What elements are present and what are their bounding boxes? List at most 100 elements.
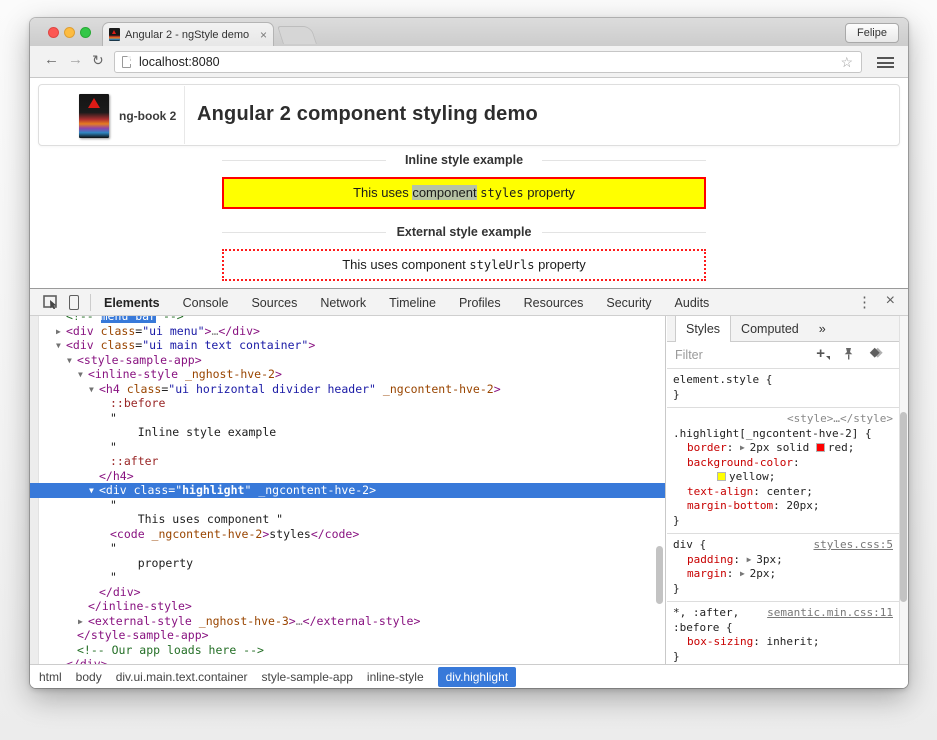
css-selector[interactable]: :before {	[673, 621, 733, 634]
css-selector[interactable]: *, :after,	[673, 606, 739, 619]
dom-tree-row[interactable]: ::after	[40, 454, 655, 469]
devtools-more-options-icon[interactable]: ⋮	[857, 293, 872, 311]
dom-tree-row[interactable]: "	[40, 498, 655, 513]
back-icon[interactable]: ←	[44, 51, 59, 68]
dom-tree-row[interactable]: This uses component "	[40, 512, 655, 527]
devtools-tab-elements[interactable]: Elements	[104, 296, 160, 310]
dom-tree-row[interactable]: property	[40, 556, 655, 571]
disclosure-triangle-icon[interactable]: ▶	[78, 615, 88, 630]
css-property-value[interactable]: yellow;	[729, 470, 775, 483]
dom-tree-row[interactable]: ▼ <style-sample-app>	[40, 353, 655, 368]
css-selector[interactable]: .highlight[_ngcontent-hve-2] {	[673, 427, 872, 440]
css-property-line[interactable]: background-color:	[673, 456, 893, 471]
dom-tree-row[interactable]: ▼ <h4 class="ui horizontal divider header…	[40, 382, 655, 397]
style-source-note[interactable]: <style>…</style>	[673, 412, 893, 427]
sidebar-more-tabs-icon[interactable]: »	[809, 316, 836, 341]
css-property-line[interactable]: margin-bottom: 20px;	[673, 499, 893, 514]
dom-tree-row[interactable]: <!-- Our app loads here -->	[40, 643, 655, 658]
profile-button[interactable]: Felipe	[845, 23, 899, 43]
css-property-line[interactable]: padding: ▶ 3px;	[673, 553, 893, 568]
reload-icon[interactable]: ↻	[92, 52, 104, 69]
expand-value-icon[interactable]: ▶	[747, 555, 757, 564]
css-selector-line[interactable]: *, :after, semantic.min.css:11	[673, 606, 893, 621]
css-selector-line[interactable]: .highlight[_ngcontent-hve-2] {	[673, 427, 893, 442]
color-swatch-icon[interactable]	[717, 472, 726, 481]
dom-tree-row[interactable]: ▶ <div class="ui menu">…</div>	[40, 324, 655, 339]
css-property-name[interactable]: text-align	[687, 485, 753, 498]
css-property-value[interactable]: inherit;	[766, 635, 819, 648]
stylesheet-link[interactable]: styles.css:5	[814, 538, 893, 553]
disclosure-triangle-icon[interactable]: ▼	[89, 383, 99, 398]
expand-value-icon[interactable]: ▶	[740, 569, 750, 578]
css-property-name[interactable]: background-color	[687, 456, 793, 469]
css-property-line[interactable]: border: ▶ 2px solid red;	[673, 441, 893, 456]
dom-tree-row[interactable]: </div>	[40, 585, 655, 600]
breadcrumb-item[interactable]: inline-style	[367, 670, 424, 684]
devtools-close-icon[interactable]: ×	[886, 292, 895, 310]
disclosure-triangle-icon[interactable]: ▶	[56, 325, 66, 340]
minimize-window-button[interactable]	[64, 27, 75, 38]
breadcrumb-item[interactable]: div.highlight	[437, 666, 517, 687]
css-property-value[interactable]: center;	[766, 485, 812, 498]
url-field[interactable]: localhost:8080 ☆	[114, 51, 862, 73]
css-selector[interactable]: element.style {	[673, 373, 772, 386]
css-property-value[interactable]: 2px;	[750, 567, 777, 580]
new-tab-button[interactable]	[277, 26, 317, 44]
dom-tree-row[interactable]: Inline style example	[40, 425, 655, 440]
dom-tree-row[interactable]: ▼ <div class="ui main text container">	[40, 338, 655, 353]
expand-value-icon[interactable]: ▶	[740, 443, 750, 452]
bookmark-star-icon[interactable]: ☆	[840, 54, 853, 71]
devtools-tab-sources[interactable]: Sources	[251, 296, 297, 310]
styles-filter-input[interactable]: Filter	[675, 348, 703, 362]
inspect-element-icon[interactable]	[43, 295, 58, 309]
dom-tree-row[interactable]: ▼ <inline-style _nghost-hve-2>	[40, 367, 655, 382]
dom-tree-row[interactable]: "	[40, 440, 655, 455]
dom-tree-row[interactable]: </style-sample-app>	[40, 628, 655, 643]
color-swatch-icon[interactable]	[815, 443, 825, 452]
toggle-element-state-pin-icon[interactable]	[842, 347, 855, 361]
dom-tree-row[interactable]: </inline-style>	[40, 599, 655, 614]
css-selector-line[interactable]: element.style {	[673, 373, 893, 388]
devtools-tab-profiles[interactable]: Profiles	[459, 296, 501, 310]
css-property-name[interactable]: box-sizing	[687, 635, 753, 648]
forward-icon[interactable]: →	[68, 51, 83, 68]
dom-tree-row[interactable]: …▼<div class="highlight" _ngcontent-hve-…	[30, 483, 665, 498]
css-property-name[interactable]: padding	[687, 553, 733, 566]
css-property-line[interactable]: yellow;	[673, 470, 893, 485]
new-style-rule-icon[interactable]: +	[816, 345, 830, 362]
dom-tree-row[interactable]: ::before	[40, 396, 655, 411]
url-text[interactable]: localhost:8080	[139, 55, 220, 69]
sidebar-scrollbar-thumb[interactable]	[900, 412, 907, 602]
disclosure-triangle-icon[interactable]: ▼	[89, 484, 99, 499]
devtools-tab-network[interactable]: Network	[320, 296, 366, 310]
dom-tree-row-clipped[interactable]: <!-- menu bar -->	[40, 316, 655, 324]
dom-tree-row[interactable]: "	[40, 570, 655, 585]
hamburger-menu-icon[interactable]	[877, 57, 894, 68]
dom-tree-row[interactable]: "	[40, 411, 655, 426]
devtools-tab-security[interactable]: Security	[606, 296, 651, 310]
css-selector[interactable]: div {	[673, 538, 706, 551]
css-property-line[interactable]: box-sizing: inherit;	[673, 635, 893, 650]
breadcrumb-item[interactable]: div.ui.main.text.container	[116, 670, 248, 684]
dom-tree-row[interactable]: </h4>	[40, 469, 655, 484]
css-property-value[interactable]: 3px;	[756, 553, 783, 566]
css-property-value[interactable]: 20px;	[786, 499, 819, 512]
css-property-value[interactable]: red;	[828, 441, 855, 454]
breadcrumb-item[interactable]: body	[76, 670, 102, 684]
css-selector-line[interactable]: div { styles.css:5	[673, 538, 893, 553]
devtools-tab-audits[interactable]: Audits	[675, 296, 710, 310]
devtools-tab-resources[interactable]: Resources	[524, 296, 584, 310]
device-toolbar-icon[interactable]	[69, 295, 79, 310]
css-selector-line[interactable]: :before {	[673, 621, 893, 636]
tab-close-icon[interactable]: ×	[260, 28, 267, 42]
tree-scrollbar-thumb[interactable]	[656, 546, 663, 604]
css-property-name[interactable]: margin-bottom	[687, 499, 773, 512]
disclosure-triangle-icon[interactable]: ▼	[67, 354, 77, 369]
zoom-window-button[interactable]	[80, 27, 91, 38]
css-property-name[interactable]: border	[687, 441, 727, 454]
breadcrumb-item[interactable]: html	[39, 670, 62, 684]
css-property-value[interactable]: 2px solid	[750, 441, 816, 454]
sidebar-scrollbar-track[interactable]	[899, 316, 908, 664]
disclosure-triangle-icon[interactable]: ▼	[78, 368, 88, 383]
shadow-dom-diamond-icon[interactable]	[867, 347, 883, 361]
